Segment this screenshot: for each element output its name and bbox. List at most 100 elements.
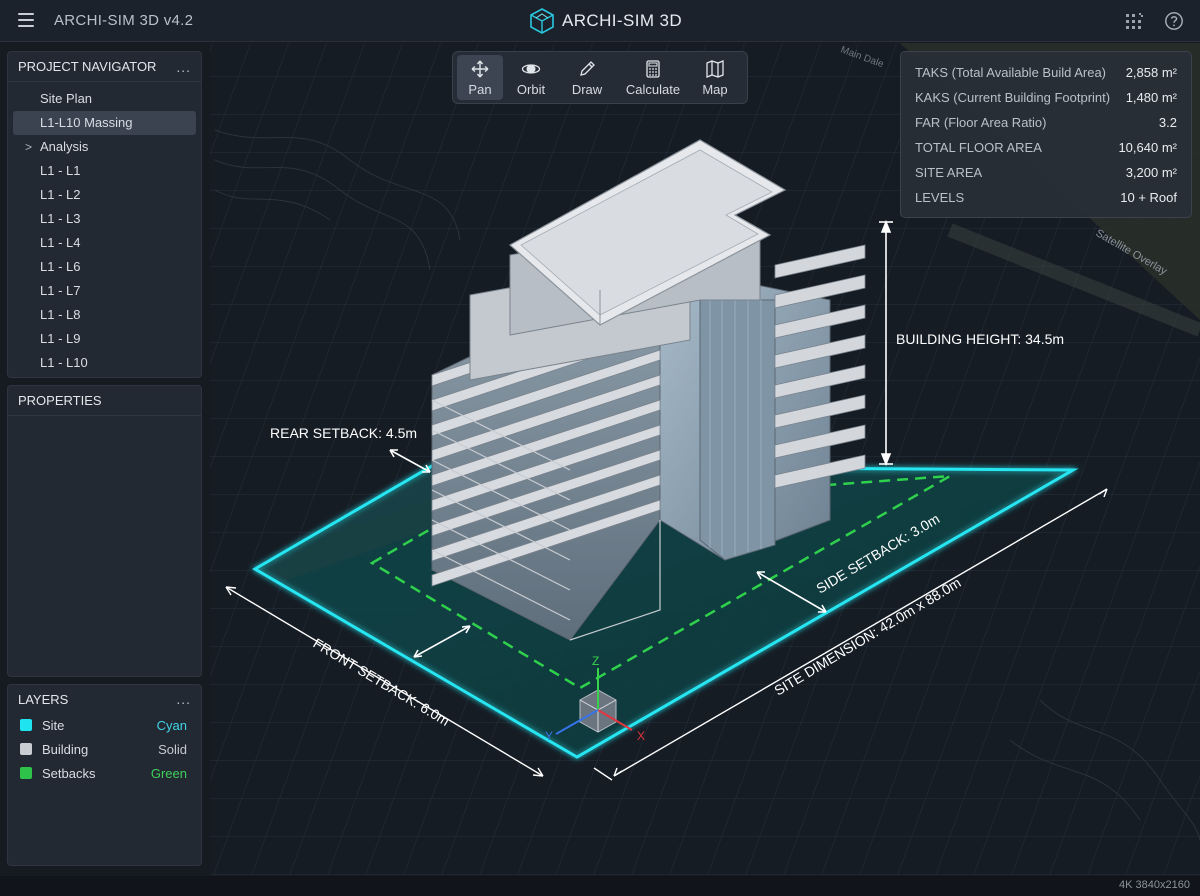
stat-label: KAKS (Current Building Footprint)	[915, 90, 1111, 105]
rear-setback-label: REAR SETBACK: 4.5m	[270, 425, 417, 441]
stat-value: 3,200 m²	[1125, 165, 1177, 180]
nav-item-level[interactable]: L1 - L8	[13, 303, 196, 327]
gizmo-x-label: X	[637, 729, 645, 743]
layer-name: Building	[42, 741, 89, 757]
nav-item-massing[interactable]: L1-L10 Massing	[13, 111, 196, 135]
nav-item-site-plan[interactable]: Site Plan	[13, 87, 196, 111]
nav-item-label: Analysis	[40, 139, 89, 154]
viewport-toolbar: Pan Orbit Draw Calculate Map	[452, 51, 748, 104]
stat-row-taks: TAKS (Total Available Build Area) 2,858 …	[915, 60, 1177, 85]
tool-label: Orbit	[516, 81, 546, 97]
nav-item-level[interactable]: L1 - L6	[13, 255, 196, 279]
gizmo-z-label: Z	[592, 654, 599, 668]
tool-calculate[interactable]: Calculate	[615, 55, 691, 100]
stat-label: TOTAL FLOOR AREA	[915, 140, 1042, 155]
nav-item-level[interactable]: L1 - L1	[13, 159, 196, 183]
layers-title: LAYERS	[18, 691, 69, 707]
stat-value: 10,640 m²	[1118, 140, 1177, 155]
navigator-list: Site Plan L1-L10 Massing > Analysis L1 - …	[8, 82, 201, 375]
tool-label: Calculate	[625, 81, 681, 97]
tool-orbit[interactable]: Orbit	[503, 55, 559, 100]
layer-row-building[interactable]: Building Solid	[8, 737, 201, 761]
stat-row-kaks: KAKS (Current Building Footprint) 1,480 …	[915, 85, 1177, 110]
metrics-panel: TAKS (Total Available Build Area) 2,858 …	[900, 51, 1192, 218]
nav-item-label: L1 - L4	[40, 235, 81, 250]
nav-item-label: Site Plan	[40, 91, 93, 106]
tool-label: Draw	[571, 81, 603, 97]
properties-panel: PROPERTIES	[7, 385, 202, 677]
properties-header: PROPERTIES	[8, 386, 201, 416]
tool-draw[interactable]: Draw	[559, 55, 615, 100]
stat-row-total-floor-area: TOTAL FLOOR AREA 10,640 m²	[915, 135, 1177, 160]
stat-label: LEVELS	[915, 190, 965, 205]
tool-label: Map	[702, 81, 728, 97]
app-name: ARCHI-SIM 3D v4.2	[54, 12, 194, 29]
nav-item-level[interactable]: L1 - L3	[13, 207, 196, 231]
stat-row-site-area: SITE AREA 3,200 m²	[915, 160, 1177, 185]
help-icon[interactable]	[1164, 11, 1184, 31]
nav-item-label: L1 - L6	[40, 259, 81, 274]
nav-item-level[interactable]: L1 - L4	[13, 231, 196, 255]
layer-type: Green	[150, 765, 187, 781]
project-navigator-title: PROJECT NAVIGATOR	[18, 59, 157, 74]
more-options-icon[interactable]: ...	[176, 59, 191, 75]
nav-item-label: L1 - L8	[40, 307, 81, 322]
nav-item-level[interactable]: L1 - L2	[13, 183, 196, 207]
glass-core	[699, 299, 776, 561]
calculator-icon	[646, 59, 660, 78]
tool-pan[interactable]: Pan	[457, 55, 503, 100]
layers-panel: LAYERS ... Site Cyan Building Solid Setb…	[7, 684, 202, 866]
layer-name: Site	[42, 717, 65, 733]
building-height-label: BUILDING HEIGHT: 34.5m	[896, 331, 1064, 347]
cube-logo-icon	[530, 8, 554, 34]
status-bar: 4K 3840x2160	[0, 876, 1200, 896]
brand: ARCHI-SIM 3D	[530, 7, 682, 35]
nav-item-level[interactable]: L1 - L10	[13, 351, 196, 375]
nav-item-label: L1 - L3	[40, 211, 81, 226]
chevron-right-icon[interactable]: >	[25, 135, 32, 159]
resolution-label: 4K 3840x2160	[1119, 879, 1190, 891]
tool-label: Pan	[468, 81, 492, 97]
brand-title: ARCHI-SIM 3D	[562, 11, 683, 30]
layer-swatch	[20, 767, 32, 779]
nav-item-analysis[interactable]: > Analysis	[13, 135, 196, 159]
stat-value: 10 + Roof	[1120, 190, 1177, 205]
layers-header: LAYERS ...	[8, 685, 201, 713]
stat-label: SITE AREA	[915, 165, 983, 180]
stat-value: 3.2	[1158, 115, 1177, 130]
hamburger-icon[interactable]	[18, 13, 34, 27]
layer-name: Setbacks	[42, 765, 96, 781]
project-navigator-panel: PROJECT NAVIGATOR ... Site Plan L1-L10 M…	[7, 51, 202, 378]
layer-row-setbacks[interactable]: Setbacks Green	[8, 761, 201, 785]
stat-label: FAR (Floor Area Ratio)	[915, 115, 1047, 130]
stat-value: 1,480 m²	[1125, 90, 1177, 105]
nav-item-label: L1 - L7	[40, 283, 81, 298]
qr-grid-icon[interactable]	[1124, 11, 1144, 31]
project-navigator-header: PROJECT NAVIGATOR ...	[8, 52, 201, 82]
nav-item-level[interactable]: L1 - L7	[13, 279, 196, 303]
nav-item-label: L1-L10 Massing	[40, 115, 133, 130]
pan-icon	[471, 60, 489, 77]
nav-item-label: L1 - L1	[40, 163, 81, 178]
top-bar: ARCHI-SIM 3D v4.2 ARCHI-SIM 3D	[0, 0, 1200, 42]
nav-item-label: L1 - L2	[40, 187, 81, 202]
layer-swatch	[20, 743, 32, 755]
stat-row-levels: LEVELS 10 + Roof	[915, 185, 1177, 210]
layer-type: Cyan	[156, 717, 187, 733]
pencil-icon	[580, 60, 595, 76]
properties-title: PROPERTIES	[18, 393, 102, 408]
layer-row-site[interactable]: Site Cyan	[8, 713, 201, 737]
tool-map[interactable]: Map	[691, 55, 739, 100]
stat-label: TAKS (Total Available Build Area)	[915, 65, 1107, 80]
layer-type: Solid	[158, 741, 187, 757]
layer-swatch	[20, 719, 32, 731]
nav-item-label: L1 - L9	[40, 331, 81, 346]
stat-value: 2,858 m²	[1125, 65, 1177, 80]
nav-item-label: L1 - L10	[40, 355, 88, 370]
stat-row-far: FAR (Floor Area Ratio) 3.2	[915, 110, 1177, 135]
more-options-icon[interactable]: ...	[176, 691, 191, 707]
nav-item-level[interactable]: L1 - L9	[13, 327, 196, 351]
gizmo-y-label: Y	[545, 729, 553, 743]
orbit-icon	[521, 63, 541, 74]
map-icon	[706, 59, 724, 78]
